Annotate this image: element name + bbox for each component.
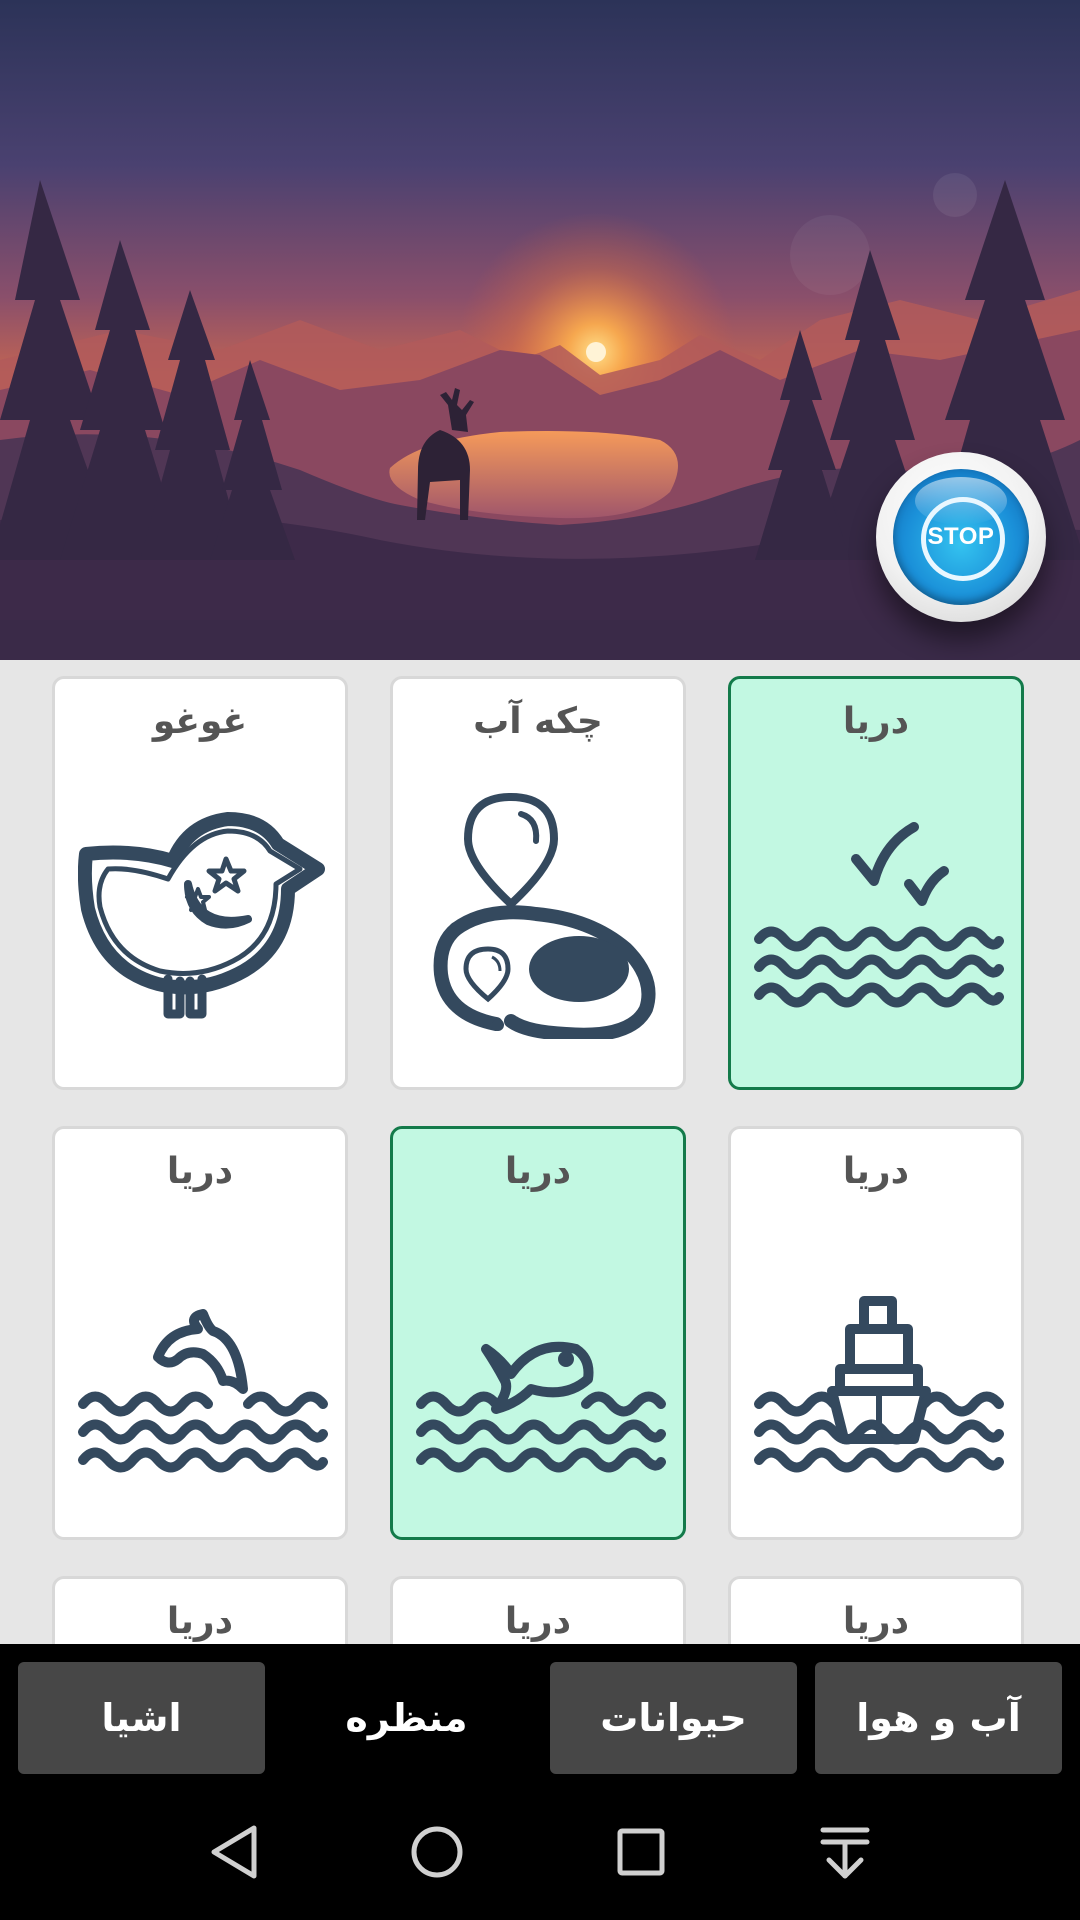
ship-icon bbox=[754, 1239, 1004, 1489]
sound-card-title: دریا bbox=[504, 1601, 572, 1642]
bird-icon bbox=[77, 789, 328, 1039]
category-tab-bar: آب و هوا حیوانات منظره اشیا bbox=[0, 1644, 1080, 1782]
sound-card-title: دریا bbox=[166, 1601, 234, 1642]
tab-weather[interactable]: آب و هوا bbox=[815, 1662, 1062, 1774]
notifications-pull-icon[interactable] bbox=[805, 1812, 885, 1892]
tab-objects[interactable]: اشیا bbox=[18, 1662, 265, 1774]
sound-card-ship[interactable]: دریا bbox=[728, 1126, 1024, 1540]
sound-card-title: چکه آب bbox=[473, 701, 603, 742]
sound-card-title: دریا bbox=[842, 701, 910, 742]
sound-card-sea[interactable]: دریا bbox=[728, 1576, 1024, 1644]
fish-waves-icon bbox=[416, 1239, 666, 1489]
back-icon[interactable] bbox=[196, 1812, 276, 1892]
dolphin-icon bbox=[78, 1239, 328, 1489]
sound-card-title: دریا bbox=[504, 1151, 572, 1192]
recents-icon[interactable] bbox=[601, 1812, 681, 1892]
tab-landscape[interactable]: منظره bbox=[283, 1662, 530, 1774]
sound-card-title: غوغو bbox=[152, 701, 248, 742]
sea-birds-icon bbox=[754, 789, 1004, 1039]
sound-card-water-drop[interactable]: چکه آب bbox=[390, 676, 686, 1090]
sound-card-grid: دریا چکه آب غوغو دریا دریا دریا دریا دری… bbox=[0, 660, 1080, 1644]
sound-card-sea-birds[interactable]: دریا bbox=[728, 676, 1024, 1090]
hero-landscape-image: STOP bbox=[0, 0, 1080, 660]
water-drop-icon bbox=[416, 789, 666, 1042]
sound-card-title: دریا bbox=[842, 1601, 910, 1642]
system-navigation-bar bbox=[0, 1782, 1080, 1920]
tab-animals[interactable]: حیوانات bbox=[550, 1662, 797, 1774]
sound-card-dolphin[interactable]: دریا bbox=[52, 1126, 348, 1540]
stop-button[interactable]: STOP bbox=[876, 452, 1046, 622]
stop-button-label: STOP bbox=[927, 523, 995, 550]
sound-card-fish-waves[interactable]: دریا bbox=[390, 1126, 686, 1540]
sound-card-sea[interactable]: دریا bbox=[52, 1576, 348, 1644]
sound-card-title: دریا bbox=[842, 1151, 910, 1192]
sound-card-bird[interactable]: غوغو bbox=[52, 676, 348, 1090]
sound-card-sea[interactable]: دریا bbox=[390, 1576, 686, 1644]
sound-card-title: دریا bbox=[166, 1151, 234, 1192]
home-icon[interactable] bbox=[397, 1812, 477, 1892]
